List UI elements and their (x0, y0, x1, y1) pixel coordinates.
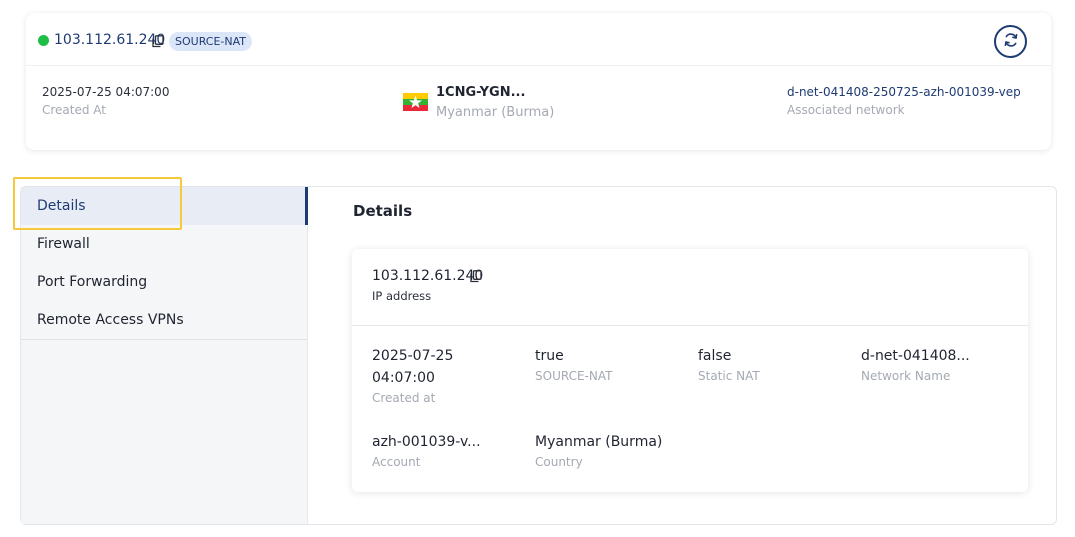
refresh-button[interactable] (994, 25, 1027, 58)
network-name-value: d-net-041408... (861, 348, 970, 364)
location-country: Myanmar (Burma) (436, 105, 555, 120)
created-at-value: 2025-07-25 04:07:00 (42, 85, 170, 99)
ip-summary-card: 103.112.61.240 SOURCE-NAT 2025-07-25 04:… (26, 13, 1051, 150)
created-at-label: Created at (372, 391, 436, 405)
nav-list: Details Firewall Port Forwarding Remote … (21, 187, 308, 340)
network-name-label: Network Name (861, 369, 951, 383)
country-value: Myanmar (Burma) (535, 434, 663, 450)
status-dot-icon (38, 35, 49, 46)
summary-header: 103.112.61.240 SOURCE-NAT (26, 13, 1051, 66)
source-nat-badge: SOURCE-NAT (169, 32, 253, 51)
nav-item-port-forwarding[interactable]: Port Forwarding (21, 263, 307, 301)
associated-network-label: Associated network (787, 103, 905, 117)
details-card: 103.112.61.240 IP address 2025-07-25 04:… (352, 249, 1028, 492)
nav-item-details[interactable]: Details (21, 187, 308, 225)
created-at-date: 2025-07-25 (372, 348, 454, 364)
myanmar-flag-icon (403, 93, 428, 111)
refresh-icon (1002, 31, 1020, 53)
detail-panel: Details Firewall Port Forwarding Remote … (20, 186, 1057, 525)
created-at-label: Created At (42, 103, 107, 117)
copy-icon[interactable] (470, 268, 482, 287)
ip-address-title: 103.112.61.240 (54, 32, 166, 48)
static-nat-label: Static NAT (698, 369, 760, 383)
source-nat-label: SOURCE-NAT (535, 369, 613, 383)
nav-item-firewall[interactable]: Firewall (21, 225, 307, 263)
created-at-time: 04:07:00 (372, 370, 435, 386)
details-heading: Details (353, 202, 413, 220)
associated-network-link[interactable]: d-net-041408-250725-azh-001039-vep (787, 85, 1021, 99)
side-nav: Details Firewall Port Forwarding Remote … (21, 187, 308, 524)
static-nat-value: false (698, 348, 732, 364)
ip-address-label: IP address (372, 289, 432, 303)
location-name: 1CNG-YGN... (436, 85, 526, 100)
created-at-value: 2025-07-25 04:07:00 (372, 345, 453, 389)
divider (352, 325, 1028, 326)
nav-item-remote-access-vpns[interactable]: Remote Access VPNs (21, 301, 307, 339)
account-label: Account (372, 455, 421, 469)
ip-address-value: 103.112.61.240 (372, 268, 484, 284)
country-label: Country (535, 455, 583, 469)
copy-icon[interactable] (152, 33, 164, 52)
source-nat-value: true (535, 348, 564, 364)
account-value: azh-001039-v... (372, 434, 481, 450)
